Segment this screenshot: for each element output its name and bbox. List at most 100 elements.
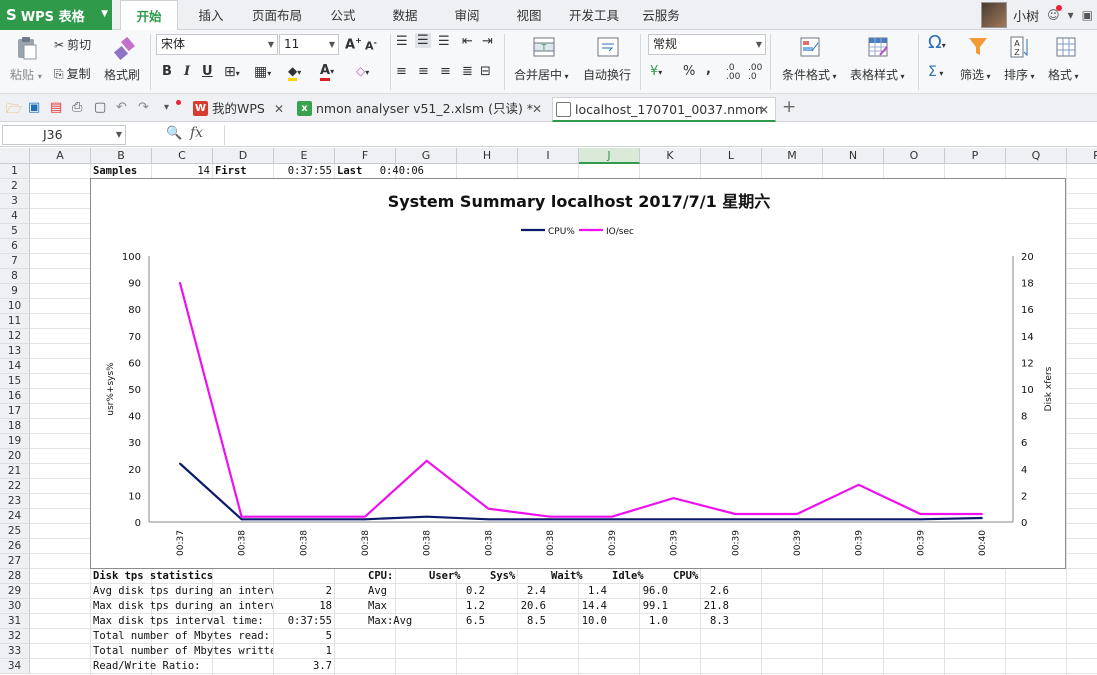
disk-stats-header[interactable]: Disk tps statistics bbox=[91, 569, 273, 584]
cpu-table-header[interactable]: User% bbox=[427, 569, 487, 584]
disk-stat-label[interactable]: Max disk tps interval time: bbox=[91, 614, 273, 629]
row-header-6[interactable]: 6 bbox=[0, 239, 30, 254]
row-header-24[interactable]: 24 bbox=[0, 509, 30, 524]
column-header-r[interactable]: R bbox=[1067, 148, 1097, 164]
decrease-font-icon[interactable]: A- bbox=[365, 38, 377, 53]
spreadsheet-grid[interactable]: ABCDEFGHIJKLMNOPQR 123456789101112131415… bbox=[0, 148, 1097, 675]
avatar[interactable] bbox=[981, 2, 1008, 28]
italic-button[interactable]: I bbox=[184, 64, 190, 79]
sum-button[interactable]: Σ ▾ bbox=[928, 64, 943, 80]
symbol-icon[interactable]: Ω▾ bbox=[928, 32, 946, 53]
cpu-table-value[interactable]: 20.6 bbox=[488, 599, 548, 614]
column-header-g[interactable]: G bbox=[396, 148, 457, 164]
row-header-13[interactable]: 13 bbox=[0, 344, 30, 359]
decrease-decimal-icon[interactable]: .00.0 bbox=[748, 64, 762, 82]
redo-icon[interactable]: ↷ bbox=[138, 100, 149, 115]
cpu-table-value[interactable]: 8.5 bbox=[488, 614, 548, 629]
chevron-down-icon[interactable]: ▾ bbox=[1068, 8, 1074, 22]
filter-icon[interactable] bbox=[966, 35, 990, 57]
cell-g1[interactable]: 0:40:06 bbox=[366, 164, 426, 179]
tab-data[interactable]: 数据 bbox=[382, 0, 428, 30]
cpu-table-value[interactable]: 1.0 bbox=[610, 614, 670, 629]
cell-c1[interactable]: 14 bbox=[152, 164, 212, 179]
cpu-table-value[interactable]: 10.0 bbox=[549, 614, 609, 629]
column-header-f[interactable]: F bbox=[335, 148, 396, 164]
borders-icon[interactable]: ⊞▾ bbox=[224, 64, 240, 80]
new-tab-icon[interactable]: + bbox=[782, 97, 796, 117]
merge-center-button[interactable]: 合并居中 ▾ bbox=[514, 66, 569, 83]
sort-button[interactable]: 排序 ▾ bbox=[1004, 66, 1035, 83]
disk-stat-label[interactable]: Max disk tps during an interva bbox=[91, 599, 273, 614]
align-left-icon[interactable]: ≡ bbox=[396, 64, 407, 79]
row-header-31[interactable]: 31 bbox=[0, 614, 30, 629]
table-style-icon[interactable] bbox=[866, 35, 890, 57]
font-color-icon[interactable]: A▾ bbox=[320, 63, 334, 81]
row-header-15[interactable]: 15 bbox=[0, 374, 30, 389]
format-painter-icon[interactable] bbox=[112, 36, 136, 61]
cell-f1[interactable]: Last bbox=[335, 164, 367, 179]
disk-stat-value[interactable]: 3.7 bbox=[274, 659, 334, 674]
row-header-16[interactable]: 16 bbox=[0, 389, 30, 404]
column-header-p[interactable]: P bbox=[945, 148, 1006, 164]
app-menu-button[interactable]: S WPS 表格 ▼ bbox=[0, 0, 112, 30]
fill-color-icon[interactable]: ◆▾ bbox=[288, 64, 301, 81]
font-size-select[interactable]: 11 ▼ bbox=[279, 34, 339, 55]
indent-icon[interactable]: ⇥ bbox=[482, 34, 493, 49]
wrap-text-button[interactable]: 自动换行 bbox=[583, 66, 631, 83]
cpu-table-value[interactable]: 1.2 bbox=[427, 599, 487, 614]
cell-b1[interactable]: Samples bbox=[91, 164, 151, 179]
row-header-32[interactable]: 32 bbox=[0, 629, 30, 644]
print-icon[interactable]: ⎙ bbox=[72, 100, 82, 115]
save-icon[interactable]: ▣ bbox=[28, 100, 40, 115]
close-icon[interactable]: ✕ bbox=[759, 98, 769, 122]
cpu-table-value[interactable]: 1.4 bbox=[549, 584, 609, 599]
cpu-table-value[interactable]: 14.4 bbox=[549, 599, 609, 614]
row-header-9[interactable]: 9 bbox=[0, 284, 30, 299]
format-painter-button[interactable]: 格式刷 bbox=[104, 66, 140, 83]
row-header-1[interactable]: 1 bbox=[0, 164, 30, 179]
tab-review[interactable]: 审阅 bbox=[444, 0, 490, 30]
sort-icon[interactable]: AZ bbox=[1008, 35, 1032, 58]
cpu-table-header[interactable]: Sys% bbox=[488, 569, 548, 584]
row-header-22[interactable]: 22 bbox=[0, 479, 30, 494]
customize-toolbar-icon[interactable]: ▾ bbox=[164, 102, 169, 113]
doc-tab-nmon[interactable]: localhost_170701_0037.nmon ✕ bbox=[552, 97, 776, 122]
row-header-11[interactable]: 11 bbox=[0, 314, 30, 329]
cpu-table-value[interactable]: 6.5 bbox=[427, 614, 487, 629]
column-header-c[interactable]: C bbox=[152, 148, 213, 164]
row-header-27[interactable]: 27 bbox=[0, 554, 30, 569]
function-icon[interactable]: fx bbox=[190, 125, 203, 141]
column-header-i[interactable]: I bbox=[518, 148, 579, 164]
row-header-5[interactable]: 5 bbox=[0, 224, 30, 239]
row-header-10[interactable]: 10 bbox=[0, 299, 30, 314]
percent-button[interactable]: % bbox=[683, 64, 695, 79]
tab-cloud[interactable]: 云服务 bbox=[636, 0, 686, 30]
tab-formulas[interactable]: 公式 bbox=[320, 0, 366, 30]
increase-font-icon[interactable]: A+ bbox=[345, 36, 362, 52]
column-header-h[interactable]: H bbox=[457, 148, 518, 164]
format-cells-icon[interactable] bbox=[1054, 35, 1078, 57]
clear-format-icon[interactable]: ◇▾ bbox=[356, 64, 369, 78]
cpu-table-value[interactable]: 0.2 bbox=[427, 584, 487, 599]
row-header-18[interactable]: 18 bbox=[0, 419, 30, 434]
row-header-33[interactable]: 33 bbox=[0, 644, 30, 659]
row-header-14[interactable]: 14 bbox=[0, 359, 30, 374]
row-header-25[interactable]: 25 bbox=[0, 524, 30, 539]
paste-button[interactable]: 粘贴 ▾ bbox=[10, 66, 42, 83]
underline-button[interactable]: U bbox=[202, 64, 213, 79]
cpu-table-value[interactable]: 2.4 bbox=[488, 584, 548, 599]
filter-button[interactable]: 筛选 ▾ bbox=[960, 66, 991, 83]
disk-stat-label[interactable]: Total number of Mbytes read: bbox=[91, 629, 273, 644]
tab-insert[interactable]: 插入 bbox=[188, 0, 234, 30]
disk-stat-label[interactable]: Read/Write Ratio: bbox=[91, 659, 273, 674]
cpu-table-header[interactable]: Wait% bbox=[549, 569, 609, 584]
justify-icon[interactable]: ≣ bbox=[462, 64, 473, 79]
tab-home[interactable]: 开始 bbox=[120, 0, 178, 31]
row-header-8[interactable]: 8 bbox=[0, 269, 30, 284]
column-header-b[interactable]: B bbox=[91, 148, 152, 164]
row-header-23[interactable]: 23 bbox=[0, 494, 30, 509]
formula-input[interactable] bbox=[224, 125, 1094, 145]
row-header-2[interactable]: 2 bbox=[0, 179, 30, 194]
disk-stat-label[interactable]: Avg disk tps during an interva bbox=[91, 584, 273, 599]
tab-view[interactable]: 视图 bbox=[506, 0, 552, 30]
